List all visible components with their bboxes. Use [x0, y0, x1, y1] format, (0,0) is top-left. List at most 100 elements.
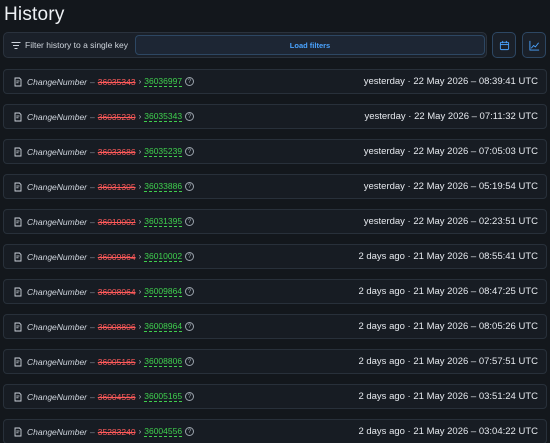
help-icon[interactable]: ? [185, 357, 195, 366]
changed-key: ChangeNumber [27, 286, 88, 297]
change-summary: ChangeNumber – 36004556 › 36005165 ? [4, 391, 195, 402]
new-value[interactable]: 36004556 [144, 426, 183, 437]
new-value[interactable]: 36035239 [144, 146, 183, 157]
change-timestamp: 2 days ago · 21 May 2026 – 08:05:26 UTC [358, 321, 538, 332]
arrow-right-icon: › [138, 427, 142, 436]
history-row[interactable]: ChangeNumber – 36033686 › 36035239 ? yes… [3, 139, 547, 164]
change-timestamp: yesterday · 22 May 2026 – 07:11:32 UTC [364, 111, 538, 122]
document-edit-icon [14, 147, 22, 156]
change-summary: ChangeNumber – 36009864 › 36010002 ? [4, 251, 195, 262]
change-summary: ChangeNumber – 36033686 › 36035239 ? [4, 146, 195, 157]
arrow-right-icon: › [138, 252, 142, 261]
change-timestamp: 2 days ago · 21 May 2026 – 08:55:41 UTC [358, 251, 538, 262]
help-icon[interactable]: ? [185, 427, 195, 436]
change-timestamp: 2 days ago · 21 May 2026 – 07:57:51 UTC [358, 356, 538, 367]
filter-key-toggle[interactable]: Filter history to a single key [11, 33, 128, 57]
arrow-right-icon: › [138, 217, 142, 226]
changed-key: ChangeNumber [27, 216, 88, 227]
change-summary: ChangeNumber – 36010002 › 36031395 ? [4, 216, 195, 227]
history-row[interactable]: ChangeNumber – 36004556 › 36005165 ? 2 d… [3, 384, 547, 409]
change-timestamp: yesterday · 22 May 2026 – 08:39:41 UTC [363, 76, 538, 87]
arrow-right-icon: › [138, 182, 142, 191]
document-edit-icon [14, 77, 22, 86]
filter-icon [11, 41, 20, 49]
new-value[interactable]: 36010002 [144, 251, 183, 262]
change-summary: ChangeNumber – 36035230 › 36035343 ? [4, 111, 195, 122]
filter-label: Filter history to a single key [25, 40, 128, 50]
old-value: 36033686 [97, 146, 136, 157]
changed-key: ChangeNumber [27, 356, 88, 367]
separator-dash: – [90, 251, 95, 262]
document-edit-icon [14, 322, 22, 331]
history-row[interactable]: ChangeNumber – 36035343 › 36036997 ? yes… [3, 69, 547, 94]
change-timestamp: yesterday · 22 May 2026 – 05:19:54 UTC [363, 181, 538, 192]
separator-dash: – [90, 286, 95, 297]
new-value[interactable]: 36009864 [144, 286, 183, 297]
new-value[interactable]: 36035343 [144, 111, 183, 122]
document-edit-icon [14, 182, 22, 191]
new-value[interactable]: 36008806 [144, 356, 183, 367]
change-summary: ChangeNumber – 36031305 › 36033886 ? [4, 181, 195, 192]
arrow-right-icon: › [138, 77, 142, 86]
help-icon[interactable]: ? [185, 322, 195, 331]
separator-dash: – [90, 426, 95, 437]
new-value[interactable]: 36005165 [144, 391, 183, 402]
history-row[interactable]: ChangeNumber – 36009864 › 36010002 ? 2 d… [3, 244, 547, 269]
page-title: History [4, 4, 65, 25]
help-icon[interactable]: ? [185, 112, 195, 121]
arrow-right-icon: › [138, 287, 142, 296]
new-value[interactable]: 36036997 [144, 76, 183, 87]
filter-bar: Filter history to a single key Load filt… [3, 32, 487, 58]
arrow-right-icon: › [138, 322, 142, 331]
history-row[interactable]: ChangeNumber – 36005165 › 36008806 ? 2 d… [3, 349, 547, 374]
chart-button[interactable] [522, 32, 546, 58]
document-edit-icon [14, 112, 22, 121]
calendar-button[interactable] [492, 32, 516, 58]
calendar-icon [499, 40, 509, 50]
old-value: 36005165 [97, 356, 136, 367]
document-edit-icon [14, 252, 22, 261]
new-value[interactable]: 36008964 [144, 321, 183, 332]
new-value[interactable]: 36031395 [144, 216, 183, 227]
old-value: 36004556 [97, 391, 136, 402]
separator-dash: – [90, 216, 95, 227]
chart-icon [528, 40, 539, 51]
arrow-right-icon: › [138, 147, 142, 156]
separator-dash: – [90, 356, 95, 367]
help-icon[interactable]: ? [185, 287, 195, 296]
help-icon[interactable]: ? [185, 147, 195, 156]
new-value[interactable]: 36033886 [144, 181, 183, 192]
document-edit-icon [14, 217, 22, 226]
old-value: 36008064 [97, 286, 136, 297]
help-icon[interactable]: ? [185, 252, 195, 261]
changed-key: ChangeNumber [27, 181, 88, 192]
document-edit-icon [14, 287, 22, 296]
changed-key: ChangeNumber [27, 76, 88, 87]
old-value: 36035230 [97, 111, 136, 122]
changed-key: ChangeNumber [27, 321, 88, 332]
separator-dash: – [90, 76, 95, 87]
change-summary: ChangeNumber – 36035343 › 36036997 ? [4, 76, 195, 87]
help-icon[interactable]: ? [185, 182, 195, 191]
history-list: ChangeNumber – 36035343 › 36036997 ? yes… [3, 69, 547, 443]
document-edit-icon [14, 392, 22, 401]
history-row[interactable]: ChangeNumber – 36035230 › 36035343 ? yes… [3, 104, 547, 129]
load-filters-button[interactable]: Load filters [135, 35, 485, 55]
help-icon[interactable]: ? [185, 217, 195, 226]
history-row[interactable]: ChangeNumber – 36010002 › 36031395 ? yes… [3, 209, 547, 234]
change-summary: ChangeNumber – 35283240 › 36004556 ? [4, 426, 195, 437]
history-row[interactable]: ChangeNumber – 36031305 › 36033886 ? yes… [3, 174, 547, 199]
change-summary: ChangeNumber – 36008064 › 36009864 ? [4, 286, 195, 297]
help-icon[interactable]: ? [185, 77, 195, 86]
help-icon[interactable]: ? [185, 392, 195, 401]
separator-dash: – [90, 181, 95, 192]
history-row[interactable]: ChangeNumber – 35283240 › 36004556 ? 2 d… [3, 419, 547, 443]
change-timestamp: 2 days ago · 21 May 2026 – 03:51:24 UTC [358, 391, 538, 402]
history-row[interactable]: ChangeNumber – 36008806 › 36008964 ? 2 d… [3, 314, 547, 339]
old-value: 36010002 [97, 216, 136, 227]
history-row[interactable]: ChangeNumber – 36008064 › 36009864 ? 2 d… [3, 279, 547, 304]
separator-dash: – [90, 391, 95, 402]
separator-dash: – [90, 111, 95, 122]
change-timestamp: 2 days ago · 21 May 2026 – 08:47:25 UTC [358, 286, 538, 297]
changed-key: ChangeNumber [27, 251, 88, 262]
